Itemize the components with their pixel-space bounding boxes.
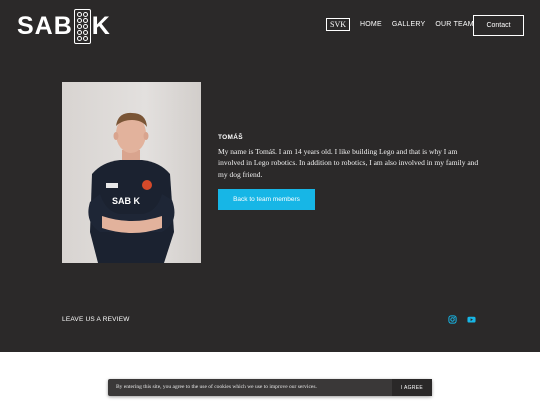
nav-gallery[interactable]: GALLERY [392, 21, 426, 28]
instagram-icon[interactable] [448, 315, 457, 324]
cookie-banner: By entering this site, you agree to the … [108, 379, 432, 396]
boy-figure-illustration: SAB K [88, 112, 175, 263]
cookie-text: By entering this site, you agree to the … [116, 384, 317, 390]
back-to-team-button[interactable]: Back to team members [218, 189, 315, 210]
site-logo[interactable]: SAB K [17, 8, 111, 44]
nav-home[interactable]: HOME [360, 21, 382, 28]
nav-our-team[interactable]: OUR TEAM [435, 21, 473, 28]
main-nav: SVK HOME GALLERY OUR TEAM [326, 18, 484, 31]
member-photo: SAB K [62, 82, 201, 263]
member-bio: My name is Tomáš. I am 14 years old. I l… [218, 147, 479, 179]
contact-button[interactable]: Contact [473, 15, 524, 36]
language-switch[interactable]: SVK [326, 18, 351, 31]
youtube-icon[interactable] [467, 315, 476, 324]
jersey-text: SAB K [112, 196, 141, 206]
logo-text-left: SAB [17, 11, 73, 40]
cookie-agree-button[interactable]: I AGREE [392, 379, 432, 396]
member-name: TOMÁŠ [218, 134, 243, 141]
logo-text-right: K [91, 11, 111, 40]
leave-review-link[interactable]: LEAVE US A REVIEW [62, 316, 130, 323]
lego-brick-icon [73, 8, 91, 44]
